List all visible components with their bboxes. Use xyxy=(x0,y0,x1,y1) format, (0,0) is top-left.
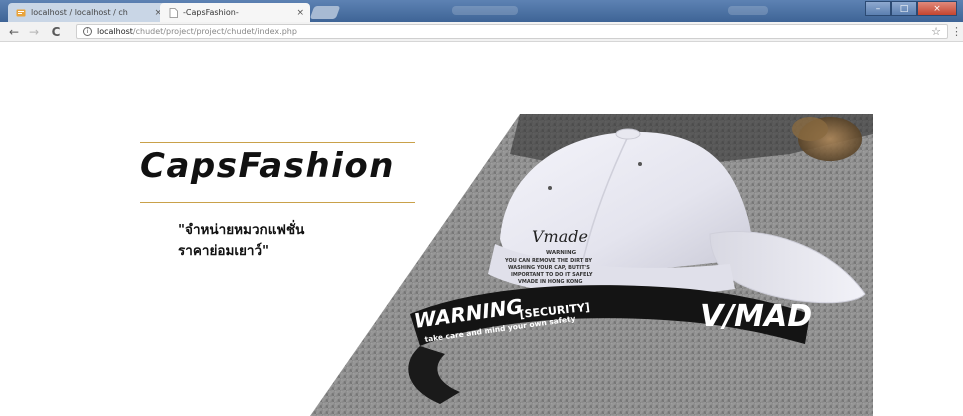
svg-text:V/MAD: V/MAD xyxy=(700,299,812,334)
tab-title: localhost / localhost / ch xyxy=(31,8,128,17)
tagline: "จำหน่ายหมวกแฟชั่น ราคาย่อมเยาว์" xyxy=(178,220,378,262)
svg-text:YOU CAN REMOVE THE DIRT BY: YOU CAN REMOVE THE DIRT BY xyxy=(504,258,592,264)
tab-title: -CapsFashion- xyxy=(183,8,239,17)
brand-top-rule xyxy=(140,142,415,143)
address-bar[interactable]: i localhost /chudet/project/project/chud… xyxy=(76,24,948,39)
new-tab-button[interactable] xyxy=(309,6,341,19)
svg-text:WARNING: WARNING xyxy=(546,250,577,256)
site-info-icon[interactable]: i xyxy=(83,27,92,36)
tab-close-icon[interactable]: × xyxy=(296,8,304,18)
svg-text:VMADE IN HONG KONG: VMADE IN HONG KONG xyxy=(518,279,582,285)
tab-phpmyadmin[interactable]: localhost / localhost / ch × xyxy=(8,3,168,22)
svg-text:IMPORTANT TO DO IT SAFELY: IMPORTANT TO DO IT SAFELY xyxy=(511,272,593,278)
tagline-line: ราคาย่อมเยาว์" xyxy=(178,243,270,259)
page-favicon-icon xyxy=(168,7,178,18)
page-content: Vmade WARNING YOU CAN REMOVE THE DIRT BY… xyxy=(0,42,963,416)
brand-bottom-rule xyxy=(140,202,415,203)
brand-title: CapsFashion xyxy=(140,146,395,186)
blurred-window-title xyxy=(452,6,518,15)
tagline-line: "จำหน่ายหมวกแฟชั่น xyxy=(178,222,305,238)
window-controls: – □ × xyxy=(865,1,957,17)
blurred-user-area xyxy=(728,6,768,15)
svg-text:WASHING YOUR CAP, BUTIT'S: WASHING YOUR CAP, BUTIT'S xyxy=(508,265,590,271)
close-window-button[interactable]: × xyxy=(917,1,957,16)
bookmark-star-icon[interactable]: ☆ xyxy=(931,25,941,38)
browser-menu-icon[interactable]: ⋮ xyxy=(951,25,962,39)
browser-toolbar: ← → C i localhost /chudet/project/projec… xyxy=(0,22,963,42)
browser-window: localhost / localhost / ch × -CapsFashio… xyxy=(0,0,963,416)
phpmyadmin-favicon-icon xyxy=(16,8,26,18)
tab-capsfashion[interactable]: -CapsFashion- × xyxy=(160,3,310,22)
minimize-button[interactable]: – xyxy=(865,1,891,16)
svg-text:Vmade: Vmade xyxy=(532,227,588,246)
reload-button[interactable]: C xyxy=(48,24,64,39)
url-host: localhost xyxy=(97,27,133,36)
back-button[interactable]: ← xyxy=(6,24,22,39)
forward-button[interactable]: → xyxy=(26,24,42,39)
url-path: /chudet/project/project/chudet/index.php xyxy=(132,27,297,36)
maximize-button[interactable]: □ xyxy=(891,1,917,16)
tab-strip: localhost / localhost / ch × -CapsFashio… xyxy=(0,0,963,22)
